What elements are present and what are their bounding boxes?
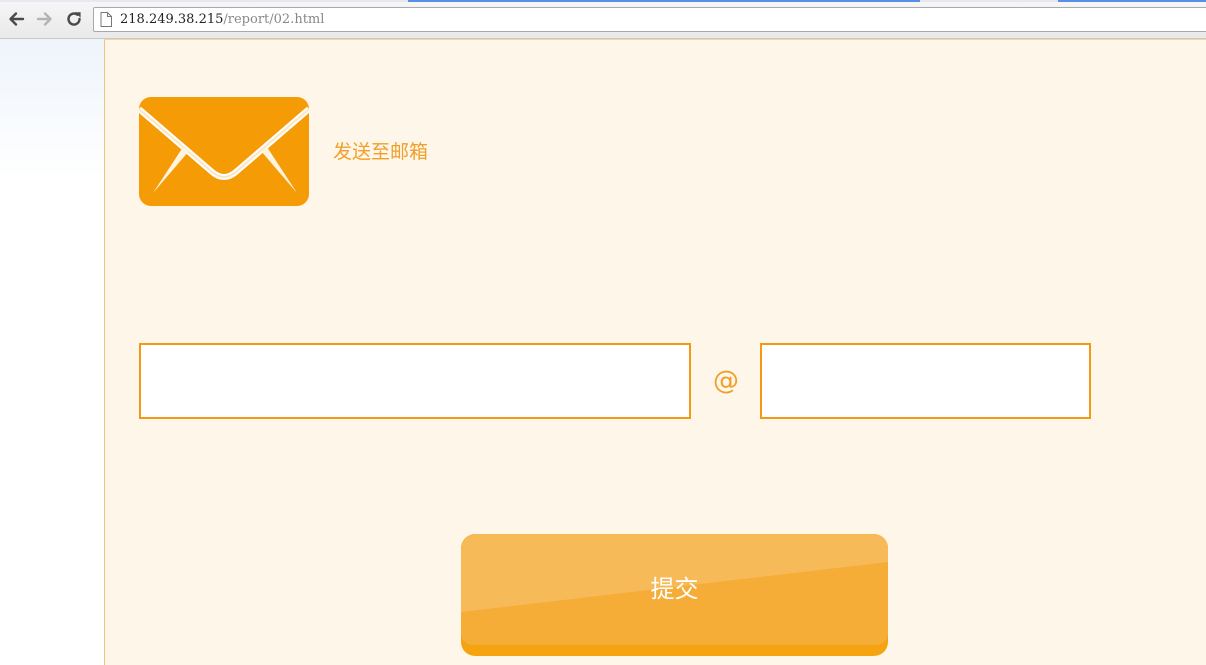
url-host: 218.249.38.215 (120, 12, 224, 27)
forward-arrow-icon (36, 12, 52, 26)
forward-button[interactable] (34, 8, 56, 30)
send-to-email-label: 发送至邮箱 (333, 141, 429, 163)
back-button[interactable] (5, 8, 27, 30)
submit-button-label: 提交 (650, 575, 699, 603)
back-arrow-icon (9, 12, 25, 26)
email-username-input[interactable] (139, 343, 691, 419)
url-path: /report/02.html (223, 12, 325, 27)
url-text: 218.249.38.215/report/02.html (120, 12, 324, 28)
envelope-icon (139, 97, 309, 206)
browser-toolbar: 218.249.38.215/report/02.html (0, 2, 1206, 39)
submit-button[interactable]: 提交 (461, 534, 888, 656)
at-symbol: @ (713, 366, 739, 396)
reload-icon (67, 12, 81, 26)
left-gutter (0, 39, 104, 665)
reload-button[interactable] (63, 8, 85, 30)
address-bar[interactable]: 218.249.38.215/report/02.html (93, 7, 1206, 32)
email-domain-input[interactable] (760, 343, 1091, 419)
page-icon (100, 12, 112, 27)
email-report-panel: 发送至邮箱 @ 提交 (104, 39, 1206, 665)
